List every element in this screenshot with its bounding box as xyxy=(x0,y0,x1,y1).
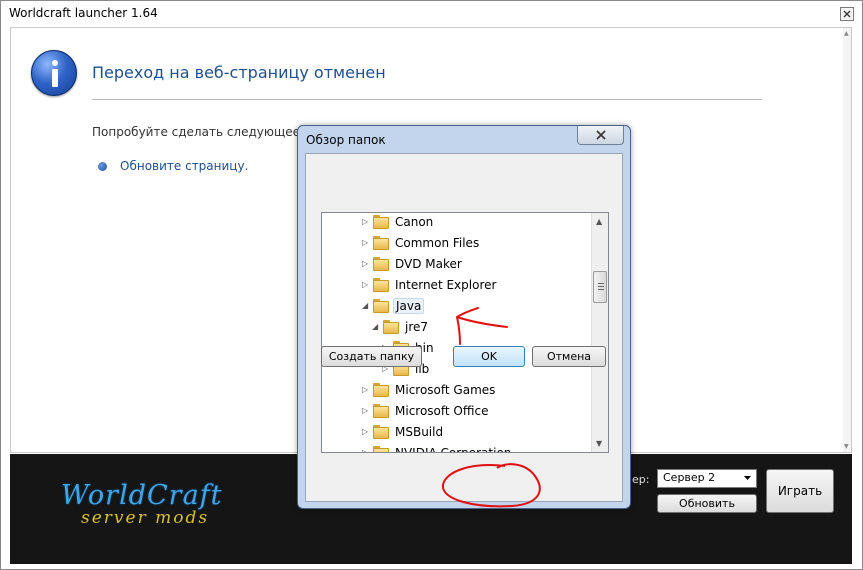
server-label: ер: xyxy=(632,473,650,486)
close-icon xyxy=(843,10,851,18)
window-close-button[interactable] xyxy=(840,7,854,21)
bullet-icon xyxy=(98,162,107,171)
folder-icon xyxy=(373,278,389,292)
close-icon xyxy=(596,130,606,140)
scroll-down-icon[interactable]: ▼ xyxy=(596,439,602,448)
title-bar: Worldcraft launcher 1.64 xyxy=(1,1,862,27)
folder-icon xyxy=(373,215,389,229)
window-title: Worldcraft launcher 1.64 xyxy=(9,6,158,20)
tree-node-label: Canon xyxy=(395,215,434,229)
dialog-body: ▷ NVIDIA Corporation ▷ MSBuild ▷ Microsoft Of… xyxy=(305,153,623,502)
dialog-title: Обзор папок xyxy=(306,133,386,147)
tree-node-label: Microsoft Games xyxy=(395,383,496,397)
scroll-up-icon[interactable]: ▲ xyxy=(596,217,602,226)
expanded-triangle-icon[interactable]: ◢ xyxy=(362,301,372,311)
refresh-button[interactable]: Обновить xyxy=(657,494,757,513)
worldcraft-logo: WorldCraft server mods xyxy=(61,480,271,530)
ok-button[interactable]: OK xyxy=(453,346,525,367)
folder-icon xyxy=(373,446,389,452)
folder-icon xyxy=(373,236,389,250)
cancel-button[interactable]: Отмена xyxy=(532,346,606,367)
browse-folders-dialog: Обзор папок ▷ NVIDIA Corporation ▷ MSBuild ▷… xyxy=(297,125,631,509)
collapsed-triangle-icon[interactable]: ▷ xyxy=(362,448,372,452)
scroll-thumb[interactable] xyxy=(593,271,607,303)
logo-subtitle: server mods xyxy=(81,508,210,528)
collapsed-triangle-icon[interactable]: ▷ xyxy=(362,238,372,248)
try-text: Попробуйте сделать следующее: xyxy=(92,125,305,139)
divider xyxy=(92,99,762,100)
screen: Worldcraft launcher 1.64 Переход на веб-… xyxy=(0,0,863,570)
folder-icon xyxy=(373,404,389,418)
dialog-close-button[interactable] xyxy=(577,126,624,145)
logo-title: WorldCraft xyxy=(61,480,223,511)
scroll-up-icon[interactable]: ▲ xyxy=(844,30,849,37)
folder-tree: ▷ NVIDIA Corporation ▷ MSBuild ▷ Microsoft Of… xyxy=(321,212,609,453)
scroll-down-icon[interactable]: ▼ xyxy=(844,443,849,450)
tree-node-label: Common Files xyxy=(395,236,480,250)
tree-node-label: Java xyxy=(393,298,425,314)
folder-icon xyxy=(373,299,389,313)
server-select-value: Сервер 2 xyxy=(663,471,716,484)
tree-node-label: MSBuild xyxy=(395,425,444,439)
new-folder-button[interactable]: Создать папку xyxy=(321,346,422,367)
folder-icon xyxy=(373,425,389,439)
collapsed-triangle-icon[interactable]: ▷ xyxy=(362,217,372,227)
folder-icon xyxy=(373,257,389,271)
folder-icon xyxy=(383,320,399,334)
server-select[interactable]: Сервер 2 xyxy=(657,469,757,488)
info-icon xyxy=(31,50,77,96)
collapsed-triangle-icon[interactable]: ▷ xyxy=(362,259,372,269)
page-heading: Переход на веб-страницу отменен xyxy=(92,63,386,82)
tree-node-label: Internet Explorer xyxy=(395,278,497,292)
tree-scrollbar[interactable]: ▲ ▼ xyxy=(591,213,608,452)
collapsed-triangle-icon[interactable]: ▷ xyxy=(362,385,372,395)
collapsed-triangle-icon[interactable]: ▷ xyxy=(362,406,372,416)
content-scrollbar[interactable]: ▲ ▼ xyxy=(843,28,851,452)
tree-node-label: jre7 xyxy=(405,320,429,334)
tree-node-label: NVIDIA Corporation xyxy=(395,446,512,453)
chevron-down-icon xyxy=(744,476,751,480)
tree-node-label: Microsoft Office xyxy=(395,404,489,418)
collapsed-triangle-icon[interactable]: ▷ xyxy=(362,280,372,290)
refresh-page-link[interactable]: Обновите страницу. xyxy=(120,159,248,173)
collapsed-triangle-icon[interactable]: ▷ xyxy=(362,427,372,437)
tree-node-label: DVD Maker xyxy=(395,257,462,271)
expanded-triangle-icon[interactable]: ◢ xyxy=(372,322,382,332)
folder-icon xyxy=(373,383,389,397)
play-button[interactable]: Играть xyxy=(766,469,834,513)
